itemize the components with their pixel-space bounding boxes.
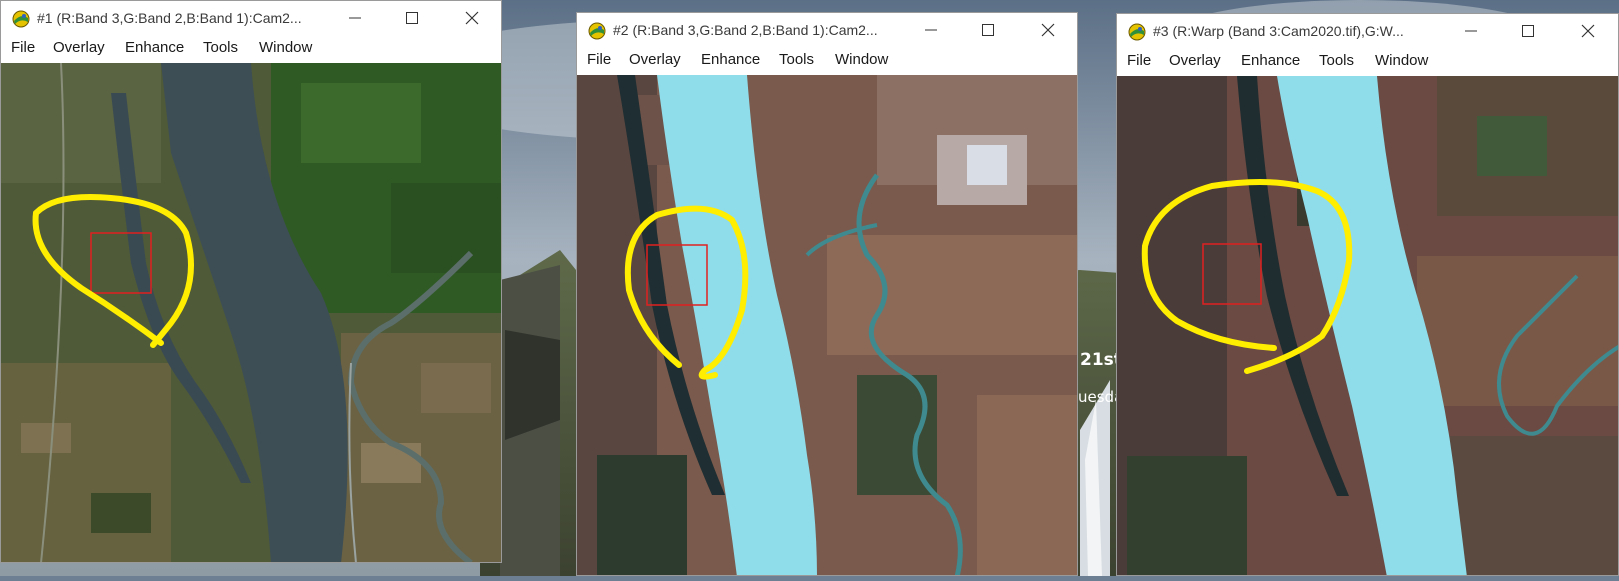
- window-1-title: #1 (R:Band 3,G:Band 2,B:Band 1):Cam2...: [37, 10, 302, 26]
- menu-window[interactable]: Window: [1375, 52, 1428, 69]
- window-1-menubar: File Overlay Enhance Tools Window: [1, 35, 501, 61]
- envi-app-icon: [587, 21, 607, 41]
- window-2-titlebar[interactable]: #2 (R:Band 3,G:Band 2,B:Band 1):Cam2...: [577, 13, 1077, 47]
- satellite-image-2: [577, 75, 1077, 575]
- image-viewport-3[interactable]: [1117, 76, 1618, 575]
- window-3-title: #3 (R:Warp (Band 3:Cam2020.tif),G:W...: [1153, 23, 1404, 39]
- minimize-button[interactable]: [1455, 18, 1487, 44]
- menu-tools[interactable]: Tools: [1319, 52, 1354, 69]
- image-window-1[interactable]: #1 (R:Band 3,G:Band 2,B:Band 1):Cam2... …: [0, 0, 502, 563]
- menu-tools[interactable]: Tools: [779, 51, 814, 68]
- wallpaper-caption-date: 21st: [1080, 350, 1120, 370]
- envi-app-icon: [11, 9, 31, 29]
- minimize-button[interactable]: [339, 5, 371, 31]
- wallpaper-caption-day: uesday: [1078, 388, 1120, 406]
- image-viewport-1[interactable]: [1, 63, 501, 562]
- menu-overlay[interactable]: Overlay: [53, 39, 105, 56]
- maximize-button[interactable]: [396, 5, 428, 31]
- window-3-menubar: File Overlay Enhance Tools Window: [1117, 48, 1618, 74]
- window-3-titlebar[interactable]: #3 (R:Warp (Band 3:Cam2020.tif),G:W...: [1117, 14, 1618, 48]
- image-window-2[interactable]: #2 (R:Band 3,G:Band 2,B:Band 1):Cam2... …: [576, 12, 1078, 576]
- image-viewport-2[interactable]: [577, 75, 1077, 575]
- window-2-menubar: File Overlay Enhance Tools Window: [577, 47, 1077, 73]
- menu-enhance[interactable]: Enhance: [125, 39, 184, 56]
- minimize-icon: [925, 29, 937, 31]
- close-button[interactable]: [456, 5, 488, 31]
- satellite-image-3: [1117, 76, 1618, 575]
- menu-file[interactable]: File: [11, 39, 35, 56]
- window-2-title: #2 (R:Band 3,G:Band 2,B:Band 1):Cam2...: [613, 22, 878, 38]
- close-button[interactable]: [1032, 17, 1064, 43]
- menu-file[interactable]: File: [587, 51, 611, 68]
- maximize-icon: [406, 12, 418, 24]
- window-1-titlebar[interactable]: #1 (R:Band 3,G:Band 2,B:Band 1):Cam2...: [1, 1, 501, 35]
- maximize-icon: [982, 24, 994, 36]
- close-icon: [1041, 23, 1055, 37]
- menu-overlay[interactable]: Overlay: [629, 51, 681, 68]
- minimize-icon: [1465, 30, 1477, 32]
- close-button[interactable]: [1572, 18, 1604, 44]
- maximize-icon: [1522, 25, 1534, 37]
- menu-window[interactable]: Window: [835, 51, 888, 68]
- close-icon: [465, 11, 479, 25]
- menu-window[interactable]: Window: [259, 39, 312, 56]
- maximize-button[interactable]: [972, 17, 1004, 43]
- image-window-3[interactable]: #3 (R:Warp (Band 3:Cam2020.tif),G:W... F…: [1116, 13, 1619, 576]
- menu-tools[interactable]: Tools: [203, 39, 238, 56]
- satellite-image-1: [1, 63, 501, 562]
- menu-enhance[interactable]: Enhance: [1241, 52, 1300, 69]
- menu-enhance[interactable]: Enhance: [701, 51, 760, 68]
- minimize-icon: [349, 17, 361, 19]
- envi-app-icon: [1127, 22, 1147, 42]
- minimize-button[interactable]: [915, 17, 947, 43]
- close-icon: [1581, 24, 1595, 38]
- menu-overlay[interactable]: Overlay: [1169, 52, 1221, 69]
- maximize-button[interactable]: [1512, 18, 1544, 44]
- menu-file[interactable]: File: [1127, 52, 1151, 69]
